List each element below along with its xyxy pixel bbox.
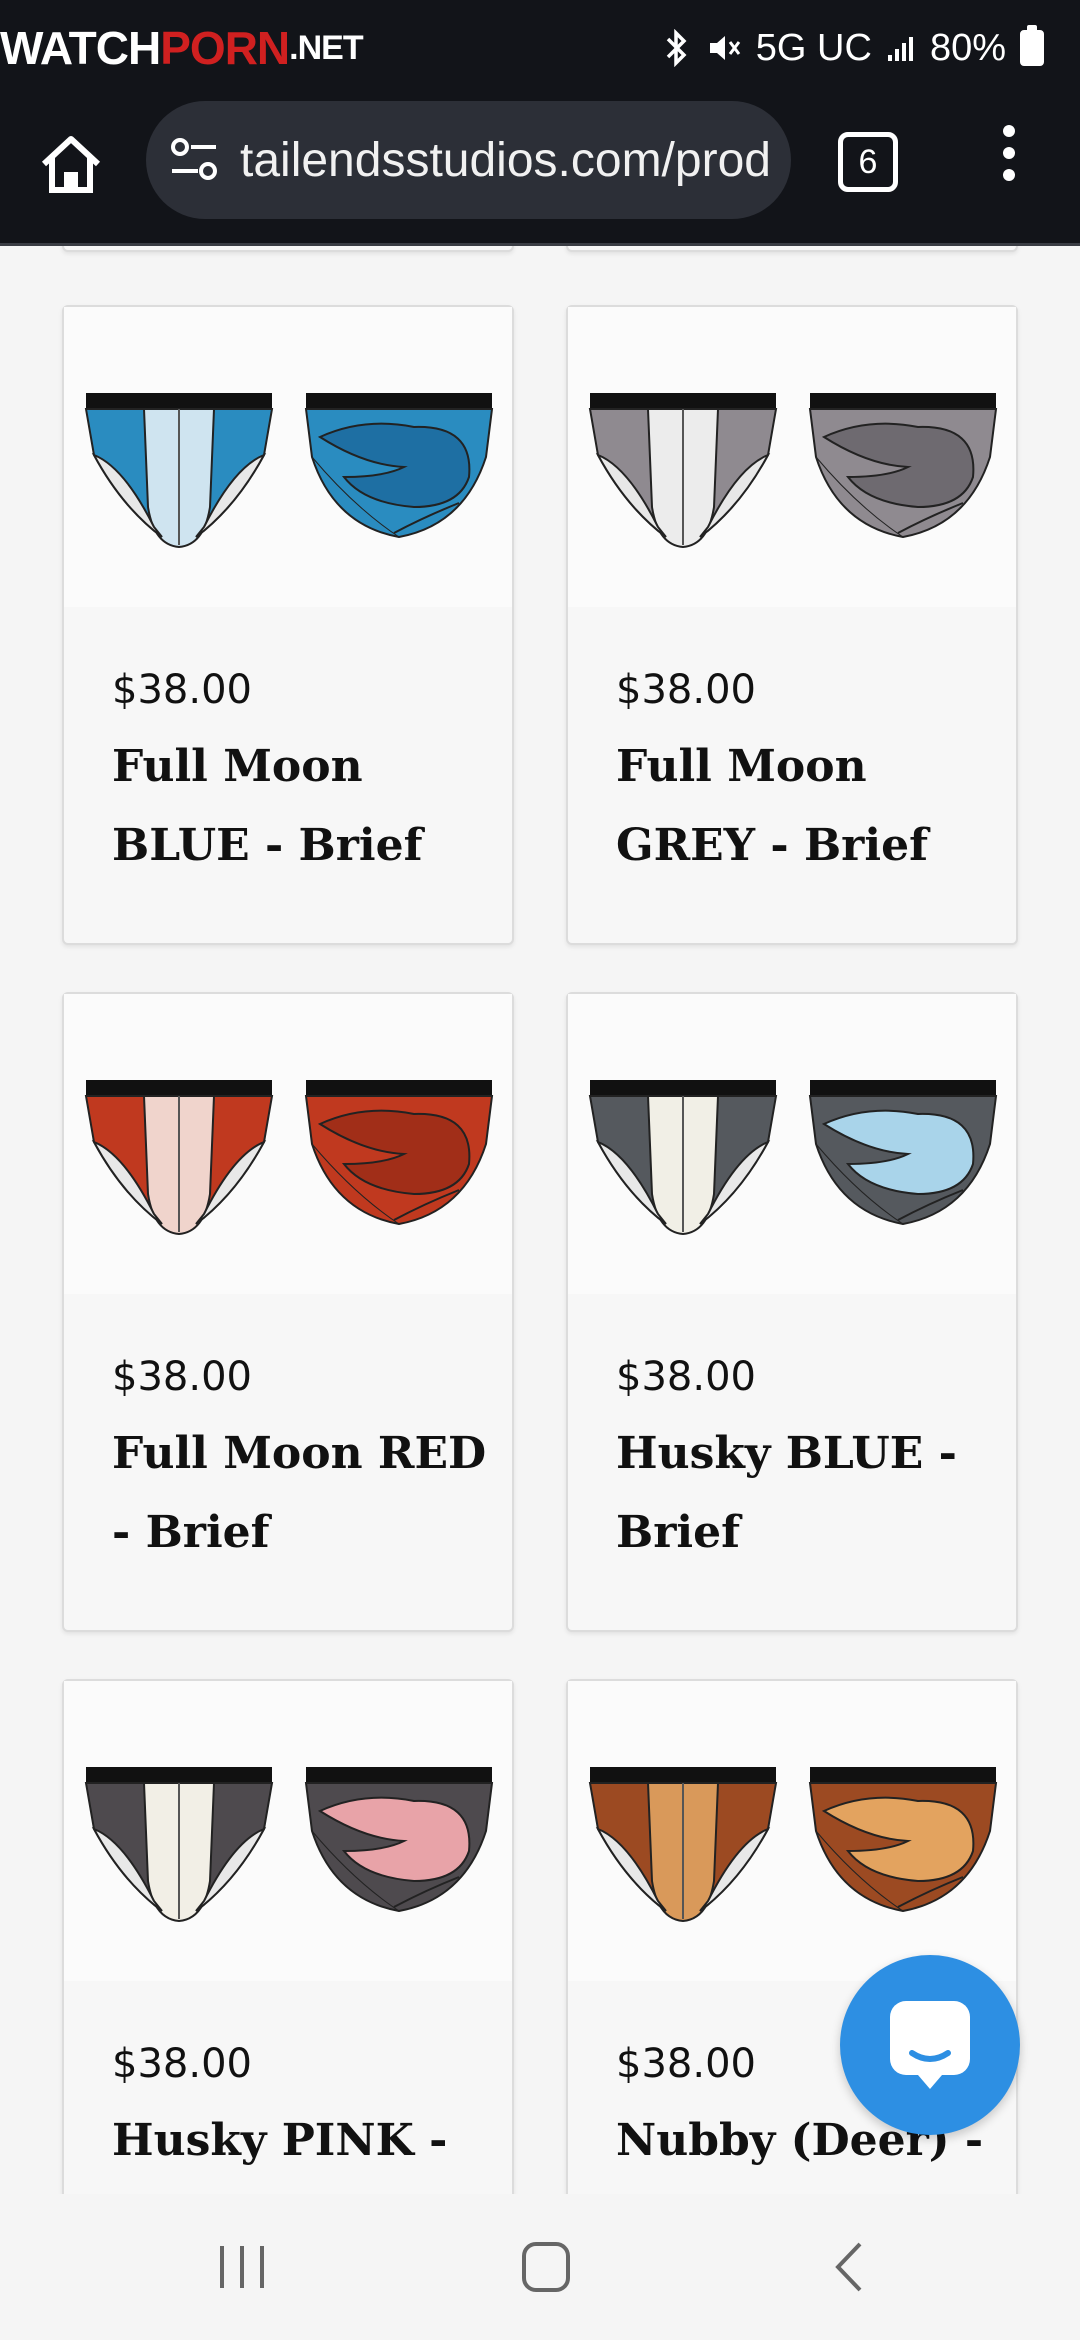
url-text[interactable]: tailendsstudios.com/products: [240, 133, 770, 188]
product-name[interactable]: Husky BLUE - Brief: [616, 1414, 996, 1572]
product-card-partial[interactable]: [566, 246, 1018, 252]
chat-button[interactable]: [840, 1955, 1020, 2135]
battery-icon: [1020, 25, 1044, 66]
product-name[interactable]: Husky PINK - Brief: [112, 2101, 492, 2194]
home-icon[interactable]: [36, 130, 106, 200]
brief-back-image: [808, 1080, 998, 1226]
brief-front-image: [588, 1767, 778, 1923]
browser-toolbar: tailendsstudios.com/products 6: [0, 95, 1080, 246]
brief-back-image: [304, 1767, 494, 1913]
watermark-part3: .NET: [289, 28, 363, 67]
product-image[interactable]: [568, 307, 1016, 607]
home-nav-icon[interactable]: [520, 2240, 572, 2294]
url-bar[interactable]: tailendsstudios.com/products: [146, 101, 791, 219]
product-grid: $38.00 Full Moon BLUE - Brief $38.00 Ful…: [0, 246, 1080, 2194]
product-name[interactable]: Full Moon BLUE - Brief: [112, 727, 492, 885]
recent-apps-icon[interactable]: [216, 2242, 268, 2292]
product-price: $38.00: [112, 1354, 252, 1400]
product-card-full-moon-grey[interactable]: $38.00 Full Moon GREY - Brief: [566, 305, 1018, 945]
brief-back-image: [304, 393, 494, 539]
brief-back-image: [304, 1080, 494, 1226]
brief-front-image: [588, 393, 778, 549]
product-price: $38.00: [616, 1354, 756, 1400]
product-image[interactable]: [64, 1681, 512, 1981]
product-image[interactable]: [568, 1681, 1016, 1981]
site-settings-icon[interactable]: [166, 131, 224, 189]
status-bar: WATCH PORN .NET 5G UC 80%: [0, 0, 1080, 95]
chat-icon: [890, 2001, 970, 2089]
product-card-husky-blue[interactable]: $38.00 Husky BLUE - Brief: [566, 992, 1018, 1632]
network-label: 5G UC: [755, 26, 872, 69]
watermark-part2: PORN: [160, 22, 290, 74]
product-card-full-moon-red[interactable]: $38.00 Full Moon RED - Brief: [62, 992, 514, 1632]
menu-icon[interactable]: [994, 125, 1024, 189]
product-name[interactable]: Full Moon RED - Brief: [112, 1414, 492, 1572]
brief-front-image: [84, 1767, 274, 1923]
brief-front-image: [588, 1080, 778, 1236]
signal-icon: [887, 37, 913, 61]
brief-front-image: [84, 393, 274, 549]
watermark-part1: WATCH: [0, 22, 161, 74]
status-indicators: 5G UC 80%: [662, 22, 1044, 74]
brief-back-image: [808, 1767, 998, 1913]
product-price: $38.00: [616, 2041, 756, 2087]
product-card-husky-pink[interactable]: $38.00 Husky PINK - Brief: [62, 1679, 514, 2194]
bluetooth-icon: [666, 29, 687, 67]
watermark: WATCH PORN .NET: [0, 18, 364, 78]
mute-icon: [709, 36, 740, 60]
brief-front-image: [84, 1080, 274, 1236]
product-card-partial[interactable]: [62, 246, 514, 252]
product-price: $38.00: [112, 2041, 252, 2087]
product-image[interactable]: [568, 994, 1016, 1294]
product-price: $38.00: [616, 667, 756, 713]
product-image[interactable]: [64, 307, 512, 607]
product-image[interactable]: [64, 994, 512, 1294]
product-card-full-moon-blue[interactable]: $38.00 Full Moon BLUE - Brief: [62, 305, 514, 945]
back-icon[interactable]: [830, 2240, 870, 2294]
tabs-icon[interactable]: 6: [838, 132, 898, 192]
product-price: $38.00: [112, 667, 252, 713]
navigation-bar: [0, 2194, 1080, 2340]
brief-back-image: [808, 393, 998, 539]
product-name[interactable]: Full Moon GREY - Brief: [616, 727, 996, 885]
battery-label: 80%: [929, 26, 1006, 69]
